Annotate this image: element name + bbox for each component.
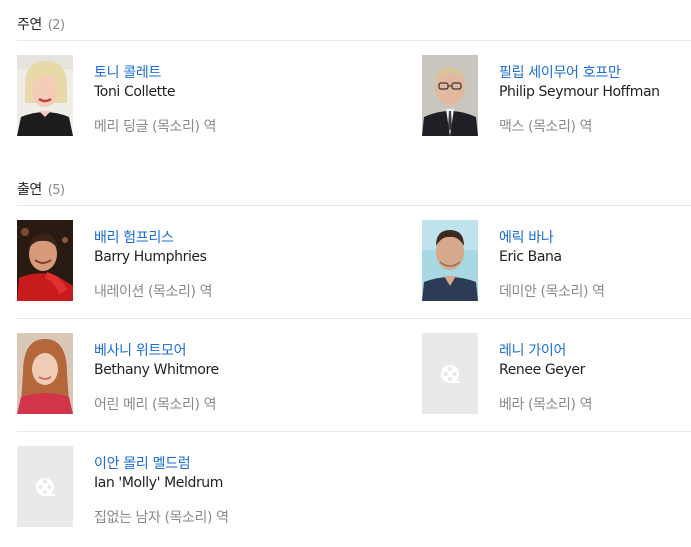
cast-card[interactable]: 배리 험프리스 Barry Humphries 내레이션 (목소리) 역 [17, 220, 317, 302]
section-count: (5) [47, 183, 65, 198]
person-name-en: Bethany Whitmore [94, 362, 219, 378]
person-role: 어린 메리 (목소리) 역 [94, 397, 217, 413]
person-name-en: Barry Humphries [94, 249, 207, 265]
section-divider [17, 40, 691, 41]
cast-card[interactable]: 레니 가이어 Renee Geyer 베라 (목소리) 역 [422, 333, 691, 415]
portrait-icon[interactable] [17, 333, 73, 414]
section-divider [17, 205, 691, 206]
person-name-en: Renee Geyer [499, 362, 585, 378]
cast-card[interactable]: 필립 세이무어 호프만 Philip Seymour Hoffman 맥스 (목… [422, 55, 691, 137]
person-name-ko[interactable]: 배리 험프리스 [94, 227, 174, 247]
section-title-text: 주연 [17, 17, 42, 33]
person-name-en: Eric Bana [499, 249, 562, 265]
row-divider [17, 431, 691, 432]
portrait-icon[interactable] [422, 55, 478, 136]
film-reel-icon[interactable] [422, 333, 478, 414]
person-name-ko[interactable]: 레니 가이어 [499, 340, 566, 360]
person-role: 집없는 남자 (목소리) 역 [94, 510, 229, 526]
cast-card[interactable]: 토니 콜레트 Toni Collette 메리 딩글 (목소리) 역 [17, 55, 317, 137]
person-role: 메리 딩글 (목소리) 역 [94, 119, 217, 135]
person-role: 내레이션 (목소리) 역 [94, 284, 213, 300]
cast-card[interactable]: 이안 몰리 멜드럼 Ian 'Molly' Meldrum 집없는 남자 (목소… [17, 446, 317, 528]
portrait-icon[interactable] [422, 220, 478, 301]
person-name-ko[interactable]: 베사니 위트모어 [94, 340, 187, 360]
section-title-text: 출연 [17, 182, 42, 198]
person-name-ko[interactable]: 에릭 바나 [499, 227, 554, 247]
person-role: 맥스 (목소리) 역 [499, 119, 593, 135]
person-name-ko[interactable]: 이안 몰리 멜드럼 [94, 453, 191, 473]
person-role: 베라 (목소리) 역 [499, 397, 593, 413]
cast-card[interactable]: 베사니 위트모어 Bethany Whitmore 어린 메리 (목소리) 역 [17, 333, 317, 415]
person-name-en: Ian 'Molly' Meldrum [94, 475, 224, 491]
person-name-ko[interactable]: 필립 세이무어 호프만 [499, 62, 621, 82]
person-role: 데미안 (목소리) 역 [499, 284, 605, 300]
person-name-en: Philip Seymour Hoffman [499, 84, 660, 100]
cast-card[interactable]: 에릭 바나 Eric Bana 데미안 (목소리) 역 [422, 220, 691, 302]
film-reel-icon[interactable] [17, 446, 73, 527]
person-name-ko[interactable]: 토니 콜레트 [94, 62, 161, 82]
row-divider [17, 318, 691, 319]
section-title-cast: 출연 (5) [17, 179, 65, 199]
portrait-icon[interactable] [17, 55, 73, 136]
section-count: (2) [47, 18, 65, 33]
section-title-lead: 주연 (2) [17, 14, 65, 34]
person-name-en: Toni Collette [94, 84, 176, 100]
portrait-icon[interactable] [17, 220, 73, 301]
